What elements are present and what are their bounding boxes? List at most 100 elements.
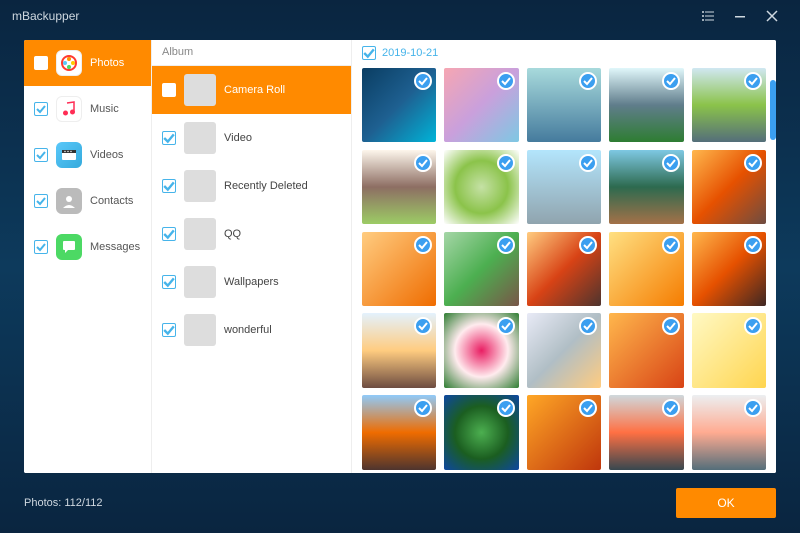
photo-thumbnail[interactable] [609,395,683,469]
album-label: QQ [224,228,241,240]
selected-badge-icon[interactable] [497,317,515,335]
selected-badge-icon[interactable] [744,236,762,254]
date-label: 2019-10-21 [382,47,438,59]
category-messages[interactable]: Messages [24,224,151,270]
checkbox-icon[interactable] [34,148,48,162]
photo-thumbnail[interactable] [362,232,436,306]
messages-icon [56,234,82,260]
selected-badge-icon[interactable] [744,317,762,335]
album-item[interactable]: QQ [152,210,351,258]
photo-thumbnail[interactable] [362,313,436,387]
photo-thumbnail[interactable] [527,395,601,469]
photos-column: 2019-10-21 [352,40,776,473]
selected-badge-icon[interactable] [662,236,680,254]
album-item[interactable]: Camera Roll [152,66,351,114]
category-label: Contacts [90,195,133,207]
selected-badge-icon[interactable] [662,399,680,417]
album-thumbnail [184,266,216,298]
selected-badge-icon[interactable] [414,236,432,254]
photo-thumbnail[interactable] [527,313,601,387]
app-title: mBackupper [12,9,692,23]
checkbox-icon[interactable] [162,323,176,337]
date-checkbox[interactable] [362,46,376,60]
photo-thumbnail[interactable] [692,150,766,224]
photo-thumbnail[interactable] [444,150,518,224]
checkbox-icon[interactable] [34,194,48,208]
selected-badge-icon[interactable] [744,399,762,417]
photo-thumbnail[interactable] [609,150,683,224]
album-thumbnail [184,314,216,346]
category-videos[interactable]: Videos [24,132,151,178]
photo-thumbnail[interactable] [444,232,518,306]
date-group-header[interactable]: 2019-10-21 [352,40,776,64]
checkbox-icon[interactable] [34,56,48,70]
checkbox-icon[interactable] [162,131,176,145]
category-photos[interactable]: Photos [24,40,151,86]
photo-thumbnail[interactable] [444,395,518,469]
photo-thumbnail[interactable] [609,313,683,387]
photo-thumbnail[interactable] [692,395,766,469]
selected-badge-icon[interactable] [579,399,597,417]
album-item[interactable]: Recently Deleted [152,162,351,210]
selected-badge-icon[interactable] [414,72,432,90]
album-column: Album Camera Roll Video Recently Deleted QQ… [152,40,352,473]
album-item[interactable]: Wallpapers [152,258,351,306]
photo-thumbnail[interactable] [527,150,601,224]
category-contacts[interactable]: Contacts [24,178,151,224]
contacts-icon [56,188,82,214]
checkbox-icon[interactable] [34,240,48,254]
album-label: wonderful [224,324,272,336]
selected-badge-icon[interactable] [662,72,680,90]
photo-thumbnail[interactable] [362,150,436,224]
selected-badge-icon[interactable] [579,72,597,90]
photo-thumbnail[interactable] [527,232,601,306]
photos-icon [56,50,82,76]
selected-badge-icon[interactable] [497,72,515,90]
selected-badge-icon[interactable] [744,154,762,172]
selected-badge-icon[interactable] [579,154,597,172]
selected-badge-icon[interactable] [414,154,432,172]
photo-thumbnail[interactable] [692,232,766,306]
selected-badge-icon[interactable] [414,317,432,335]
photo-thumbnail[interactable] [444,68,518,142]
album-header: Album [152,40,351,66]
album-label: Recently Deleted [224,180,308,192]
checkbox-icon[interactable] [162,227,176,241]
selected-badge-icon[interactable] [414,399,432,417]
selected-badge-icon[interactable] [744,72,762,90]
photo-thumbnail[interactable] [362,68,436,142]
selected-badge-icon[interactable] [579,317,597,335]
photo-thumbnail[interactable] [609,232,683,306]
photo-thumbnail[interactable] [692,313,766,387]
album-item[interactable]: Video [152,114,351,162]
selected-badge-icon[interactable] [579,236,597,254]
checkbox-icon[interactable] [162,179,176,193]
photo-thumbnail[interactable] [527,68,601,142]
category-music[interactable]: Music [24,86,151,132]
category-label: Videos [90,149,123,161]
selected-badge-icon[interactable] [497,154,515,172]
close-icon[interactable] [756,0,788,32]
photo-thumbnail[interactable] [609,68,683,142]
titlebar: mBackupper [0,0,800,32]
menu-icon[interactable] [692,0,724,32]
photo-thumbnail[interactable] [444,313,518,387]
selected-badge-icon[interactable] [497,236,515,254]
selected-badge-icon[interactable] [497,399,515,417]
album-label: Wallpapers [224,276,279,288]
category-label: Music [90,103,119,115]
selected-badge-icon[interactable] [662,154,680,172]
checkbox-icon[interactable] [34,102,48,116]
album-label: Camera Roll [224,84,285,96]
minimize-icon[interactable] [724,0,756,32]
photo-thumbnail[interactable] [692,68,766,142]
scrollbar[interactable] [770,80,776,140]
ok-button[interactable]: OK [676,488,776,518]
checkbox-icon[interactable] [162,83,176,97]
photo-thumbnail[interactable] [362,395,436,469]
album-item[interactable]: wonderful [152,306,351,354]
album-thumbnail [184,74,216,106]
album-thumbnail [184,170,216,202]
checkbox-icon[interactable] [162,275,176,289]
selected-badge-icon[interactable] [662,317,680,335]
